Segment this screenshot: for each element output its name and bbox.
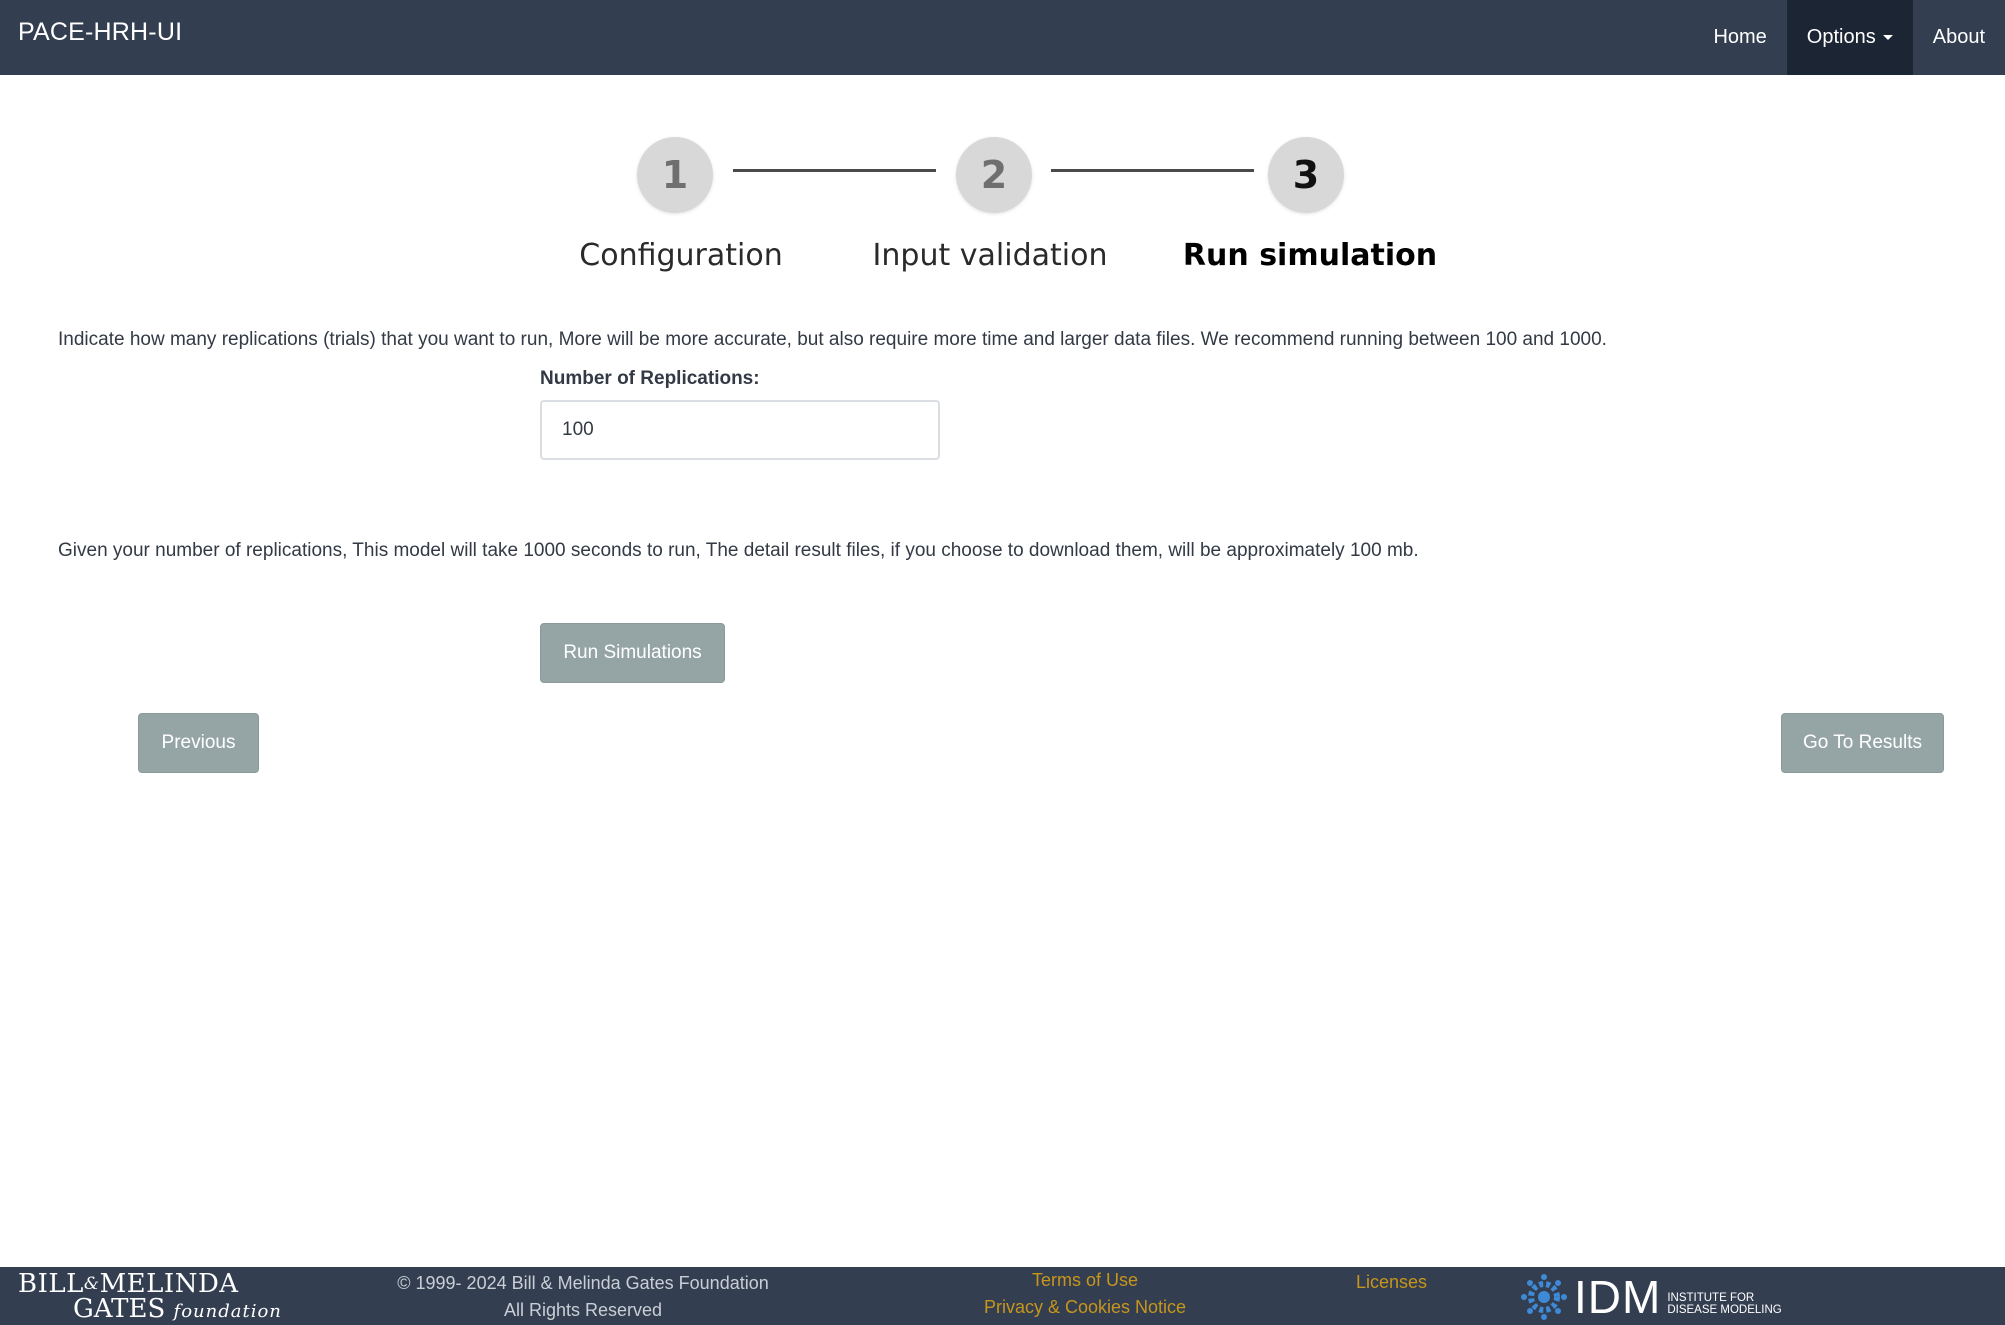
gates-foundation-logo[interactable]: BILL&MELINDA GATES foundation <box>18 1271 282 1324</box>
gates-logo-foundation: foundation <box>173 1301 282 1322</box>
copyright: © 1999- 2024 Bill & Melinda Gates Founda… <box>333 1270 833 1324</box>
step-connector-2 <box>1051 169 1254 172</box>
intro-text: Indicate how many replications (trials) … <box>58 329 1607 350</box>
idm-sub-line-2: DISEASE MODELING <box>1667 1304 1782 1316</box>
gates-logo-amp: & <box>83 1274 100 1294</box>
step-1-circle: 1 <box>637 137 713 213</box>
copyright-line-1: © 1999- 2024 Bill & Melinda Gates Founda… <box>397 1273 769 1293</box>
previous-button[interactable]: Previous <box>138 713 259 773</box>
idm-logo-text: IDM <box>1574 1271 1662 1323</box>
idm-logo[interactable]: IDM INSTITUTE FOR DISEASE MODELING <box>1520 1272 1782 1322</box>
idm-logo-subtitle: INSTITUTE FOR DISEASE MODELING <box>1667 1292 1781 1316</box>
progress-stepper: 1 2 3 Configuration Input validation Run… <box>0 0 2005 290</box>
step-connector-1 <box>733 169 936 172</box>
step-3-circle: 3 <box>1268 137 1344 213</box>
estimate-text: Given your number of replications, This … <box>58 540 1419 561</box>
privacy-cookies-link[interactable]: Privacy & Cookies Notice <box>984 1297 1186 1318</box>
step-1-label: Configuration <box>579 238 783 273</box>
gates-logo-gates: GATES <box>73 1294 166 1324</box>
run-simulations-button[interactable]: Run Simulations <box>540 623 725 683</box>
copyright-line-2: All Rights Reserved <box>503 1300 663 1320</box>
terms-of-use-link[interactable]: Terms of Use <box>1032 1270 1138 1291</box>
replications-input[interactable] <box>540 400 940 460</box>
step-3-label: Run simulation <box>1182 238 1438 273</box>
licenses-link[interactable]: Licenses <box>1356 1272 1427 1293</box>
go-to-results-button[interactable]: Go To Results <box>1781 713 1944 773</box>
idm-sub-line-1: INSTITUTE FOR <box>1667 1292 1755 1304</box>
gear-icon <box>1521 1274 1567 1320</box>
step-2-circle: 2 <box>956 137 1032 213</box>
step-2-label: Input validation <box>872 238 1108 273</box>
replications-label: Number of Replications: <box>540 368 760 389</box>
